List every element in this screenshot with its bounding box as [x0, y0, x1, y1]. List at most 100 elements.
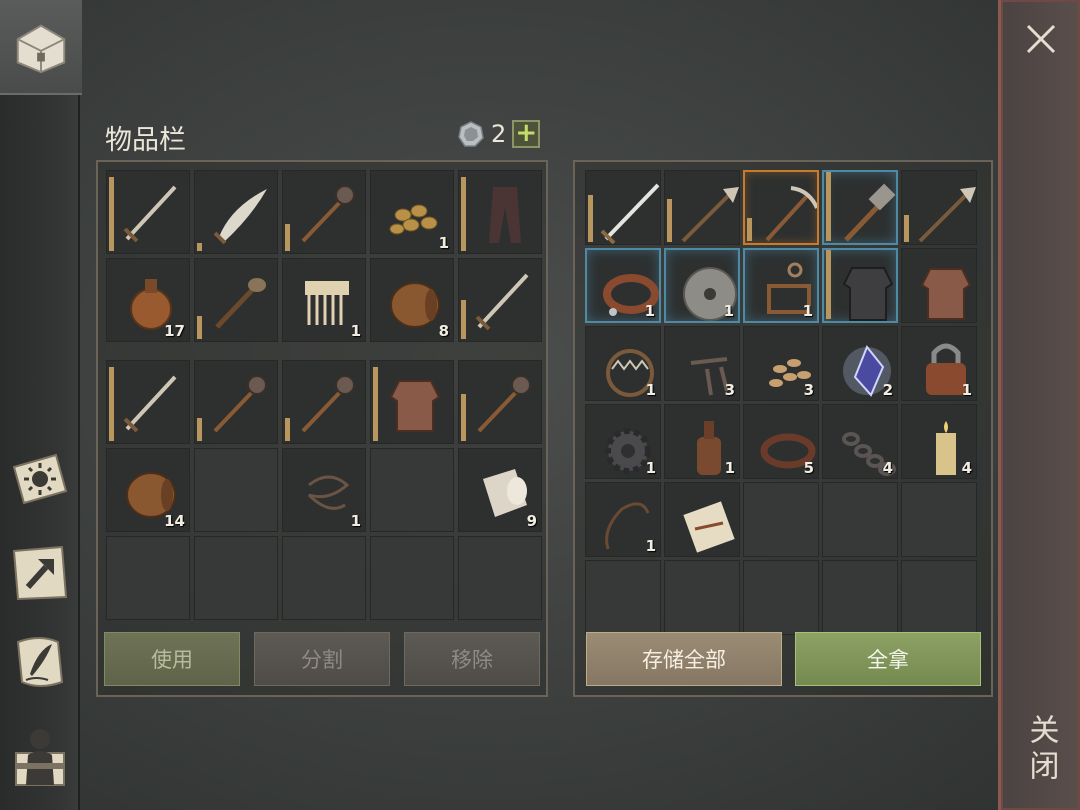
empty-slot[interactable] — [458, 536, 542, 620]
inventory-slot[interactable] — [901, 170, 977, 245]
inventory-slot[interactable]: 1 — [585, 482, 661, 557]
inventory-slot[interactable]: 17 — [106, 258, 190, 342]
sword-icon — [123, 375, 177, 433]
inventory-slot[interactable]: 2 — [822, 326, 898, 401]
chainmail-icon — [920, 268, 972, 320]
empty-slot[interactable] — [194, 448, 278, 532]
inventory-slot[interactable]: 1 — [370, 170, 454, 254]
inventory-slot[interactable] — [282, 170, 366, 254]
inventory-slot[interactable]: 1 — [585, 404, 661, 479]
chest-tab[interactable] — [0, 0, 82, 95]
scroll-icon — [683, 501, 735, 553]
inventory-slot[interactable] — [664, 170, 740, 245]
sidebar — [0, 95, 80, 810]
empty-slot[interactable] — [822, 560, 898, 635]
sidebar-item-journal[interactable] — [8, 630, 72, 694]
inventory-slot[interactable] — [194, 360, 278, 444]
pants-icon — [489, 187, 521, 243]
item-quantity: 1 — [802, 302, 813, 320]
empty-slot[interactable] — [901, 560, 977, 635]
character-icon — [15, 729, 65, 786]
empty-slot[interactable] — [822, 482, 898, 557]
take-all-button[interactable]: 全拿 — [795, 632, 981, 686]
durability-bar — [197, 316, 202, 339]
item-quantity: 3 — [803, 381, 814, 399]
item-quantity: 1 — [350, 512, 361, 530]
empty-slot[interactable] — [743, 482, 819, 557]
item-quantity: 1 — [438, 234, 449, 252]
durability-bar — [461, 177, 466, 251]
empty-slot[interactable] — [370, 448, 454, 532]
inventory-slot[interactable]: 1 — [282, 448, 366, 532]
inventory-slot[interactable] — [106, 360, 190, 444]
inventory-slot[interactable]: 4 — [901, 404, 977, 479]
use-button[interactable]: 使用 — [104, 632, 240, 686]
store-all-button[interactable]: 存储全部 — [586, 632, 782, 686]
inventory-slot[interactable] — [822, 170, 898, 245]
inventory-slot[interactable] — [901, 248, 977, 323]
inventory-slot[interactable]: 1 — [743, 248, 819, 323]
empty-slot[interactable] — [901, 482, 977, 557]
remove-button[interactable]: 移除 — [404, 632, 540, 686]
container-grid: 1 1 1 1 3 3 2 1 1 1 5 4 4 1 — [585, 170, 977, 635]
sidebar-item-crafting[interactable] — [8, 541, 72, 605]
empty-slot[interactable] — [585, 560, 661, 635]
page-title: 物品栏 — [105, 125, 186, 156]
inventory-slot[interactable] — [458, 360, 542, 444]
chainmail-icon — [389, 380, 441, 432]
item-quantity: 1 — [350, 322, 361, 340]
empty-slot[interactable] — [194, 536, 278, 620]
close-icon — [1026, 24, 1055, 54]
inventory-slot[interactable]: 1 — [664, 404, 740, 479]
close-label: 关闭 — [1023, 714, 1059, 786]
inventory-slot[interactable]: 1 — [901, 326, 977, 401]
inventory-slot[interactable] — [370, 360, 454, 444]
player-grid-top: 1 17 1 8 — [106, 170, 542, 342]
inventory-slot[interactable] — [585, 170, 661, 245]
inventory-slot[interactable]: 1 — [664, 248, 740, 323]
durability-bar — [285, 418, 290, 441]
durability-bar — [904, 215, 909, 242]
inventory-slot[interactable]: 3 — [743, 326, 819, 401]
sidebar-item-character[interactable] — [8, 723, 72, 787]
mace-icon — [213, 375, 267, 433]
inventory-slot[interactable] — [458, 258, 542, 342]
add-currency-button[interactable]: + — [512, 120, 541, 148]
durability-bar — [373, 367, 378, 441]
mace-icon — [477, 375, 531, 433]
inventory-slot[interactable]: 3 — [664, 326, 740, 401]
inventory-slot[interactable] — [194, 258, 278, 342]
inventory-slot[interactable]: 1 — [585, 248, 661, 323]
empty-slot[interactable] — [370, 536, 454, 620]
durability-bar — [826, 172, 831, 241]
chest-icon — [16, 24, 66, 74]
inventory-slot[interactable] — [458, 170, 542, 254]
inventory-slot[interactable] — [743, 170, 819, 245]
empty-slot[interactable] — [743, 560, 819, 635]
durability-bar — [461, 394, 466, 441]
inventory-slot[interactable]: 4 — [822, 404, 898, 479]
mace-icon — [301, 185, 355, 243]
sword-icon — [475, 273, 529, 331]
currency-display: 2 + — [457, 120, 541, 148]
inventory-slot[interactable]: 8 — [370, 258, 454, 342]
halberd-icon — [918, 187, 976, 243]
empty-slot[interactable] — [664, 560, 740, 635]
inventory-slot[interactable]: 1 — [282, 258, 366, 342]
close-button[interactable]: 关闭 — [998, 0, 1080, 810]
inventory-slot[interactable]: 14 — [106, 448, 190, 532]
inventory-slot[interactable]: 1 — [585, 326, 661, 401]
coin-count: 2 — [491, 120, 507, 148]
inventory-slot[interactable] — [282, 360, 366, 444]
inventory-slot[interactable]: 5 — [743, 404, 819, 479]
inventory-slot[interactable] — [194, 170, 278, 254]
split-button[interactable]: 分割 — [254, 632, 390, 686]
inventory-slot[interactable]: 9 — [458, 448, 542, 532]
inventory-slot[interactable] — [664, 482, 740, 557]
item-quantity: 2 — [882, 381, 893, 399]
inventory-slot[interactable] — [106, 170, 190, 254]
sidebar-item-events[interactable] — [8, 447, 72, 511]
empty-slot[interactable] — [106, 536, 190, 620]
inventory-slot[interactable] — [822, 248, 898, 323]
empty-slot[interactable] — [282, 536, 366, 620]
